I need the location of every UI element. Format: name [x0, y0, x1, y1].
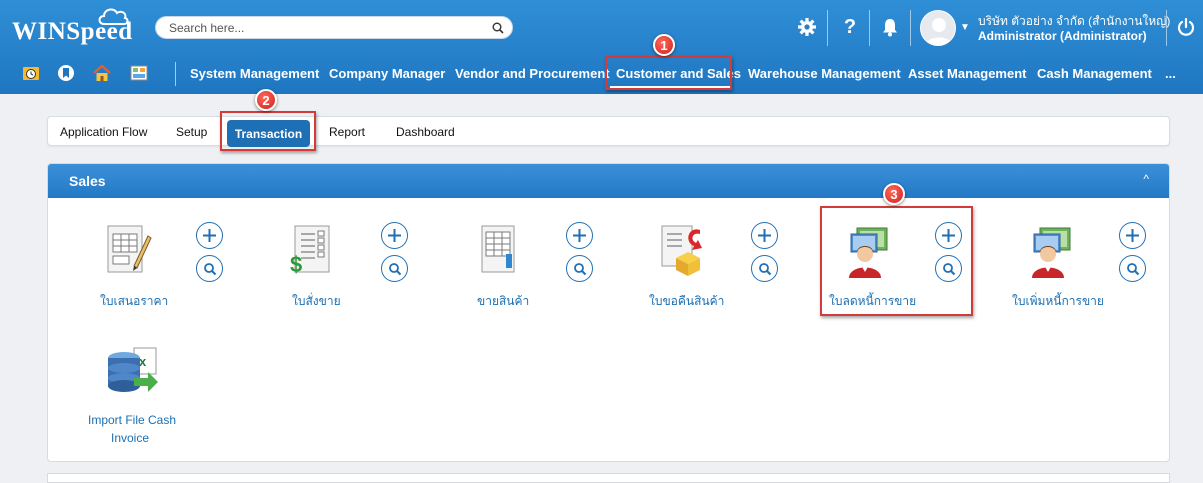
- nav-asset-management[interactable]: Asset Management: [908, 66, 1026, 81]
- add-button[interactable]: [751, 222, 778, 249]
- step-badge-2: 2: [255, 89, 277, 111]
- tab-bar: Application Flow Setup Transaction Repor…: [47, 116, 1170, 147]
- import-excel-icon[interactable]: x: [104, 344, 160, 400]
- sales-panel: Sales ^ ใบเสนอราคา $ ใบสั่งขาย ขายสินค้า…: [47, 163, 1170, 462]
- return-request-icon[interactable]: [658, 222, 706, 278]
- nav-cash-management[interactable]: Cash Management: [1037, 66, 1152, 81]
- callout-box-1: [605, 56, 732, 90]
- power-icon[interactable]: [1175, 16, 1197, 38]
- search-box: [155, 16, 513, 39]
- item-label-import-line1[interactable]: Import File Cash: [88, 413, 176, 427]
- nav-separator: [175, 62, 176, 86]
- magnifier-icon: [758, 262, 771, 275]
- debit-note-icon[interactable]: [1026, 222, 1074, 278]
- nav-system-management[interactable]: System Management: [190, 66, 319, 81]
- search-icon[interactable]: [492, 22, 504, 34]
- svg-text:$: $: [290, 252, 302, 277]
- panel-title: Sales: [69, 173, 106, 189]
- svg-text:x: x: [139, 354, 147, 369]
- add-button[interactable]: [381, 222, 408, 249]
- user-role: Administrator (Administrator): [978, 29, 1147, 43]
- search-input[interactable]: [167, 20, 477, 36]
- nav-more[interactable]: ...: [1165, 66, 1176, 81]
- next-panel-edge: [47, 473, 1170, 483]
- magnifier-icon: [573, 262, 586, 275]
- sale-invoice-icon[interactable]: [474, 222, 522, 278]
- add-button[interactable]: [1119, 222, 1146, 249]
- step-badge-1: 1: [653, 34, 675, 56]
- item-label-debit-note[interactable]: ใบเพิ่มหนี้การขาย: [1012, 292, 1104, 311]
- callout-box-3: [820, 206, 973, 316]
- header-separator: [827, 10, 828, 46]
- header-separator: [1166, 10, 1167, 46]
- chevron-down-icon[interactable]: ▼: [960, 22, 970, 33]
- sales-order-icon[interactable]: $: [289, 222, 337, 278]
- magnifier-icon: [203, 262, 216, 275]
- item-label-import-line2[interactable]: Invoice: [88, 431, 172, 445]
- help-label: ?: [843, 15, 857, 38]
- magnifier-icon: [388, 262, 401, 275]
- step-badge-3: 3: [883, 183, 905, 205]
- avatar[interactable]: [920, 10, 956, 46]
- item-label-sales-order[interactable]: ใบสั่งขาย: [292, 292, 341, 311]
- add-button[interactable]: [566, 222, 593, 249]
- cloud-icon: [98, 8, 129, 25]
- nav-vendor-procurement[interactable]: Vendor and Procurement: [455, 66, 610, 81]
- header-separator: [910, 10, 911, 46]
- search-button[interactable]: [566, 255, 593, 282]
- header-separator: [869, 10, 870, 46]
- search-button[interactable]: [1119, 255, 1146, 282]
- dashboard-icon[interactable]: [130, 64, 148, 82]
- add-button[interactable]: [196, 222, 223, 249]
- search-button[interactable]: [196, 255, 223, 282]
- search-button[interactable]: [381, 255, 408, 282]
- magnifier-icon: [1126, 262, 1139, 275]
- quotation-icon[interactable]: [104, 222, 152, 278]
- nav-warehouse-management[interactable]: Warehouse Management: [748, 66, 901, 81]
- item-label-quotation[interactable]: ใบเสนอราคา: [100, 292, 168, 311]
- item-label-return-request[interactable]: ใบขอคืนสินค้า: [649, 292, 724, 311]
- nav-company-manager[interactable]: Company Manager: [329, 66, 445, 81]
- sales-panel-header[interactable]: Sales ^: [48, 164, 1169, 198]
- top-header: WINSpeed ?: [0, 0, 1203, 94]
- item-label-sale-invoice[interactable]: ขายสินค้า: [477, 292, 529, 311]
- search-button[interactable]: [751, 255, 778, 282]
- gear-icon[interactable]: [796, 16, 818, 38]
- bookmark-icon[interactable]: [57, 64, 75, 82]
- bell-icon[interactable]: [879, 16, 901, 38]
- collapse-icon[interactable]: ^: [1143, 172, 1149, 186]
- help-icon[interactable]: ?: [839, 16, 861, 38]
- tab-report[interactable]: Report: [329, 125, 365, 139]
- home-icon[interactable]: [93, 64, 111, 82]
- callout-box-2: [220, 111, 316, 151]
- tab-dashboard[interactable]: Dashboard: [396, 125, 455, 139]
- tab-application-flow[interactable]: Application Flow: [60, 125, 147, 139]
- clock-folder-icon[interactable]: [22, 64, 40, 82]
- tab-setup[interactable]: Setup: [176, 125, 207, 139]
